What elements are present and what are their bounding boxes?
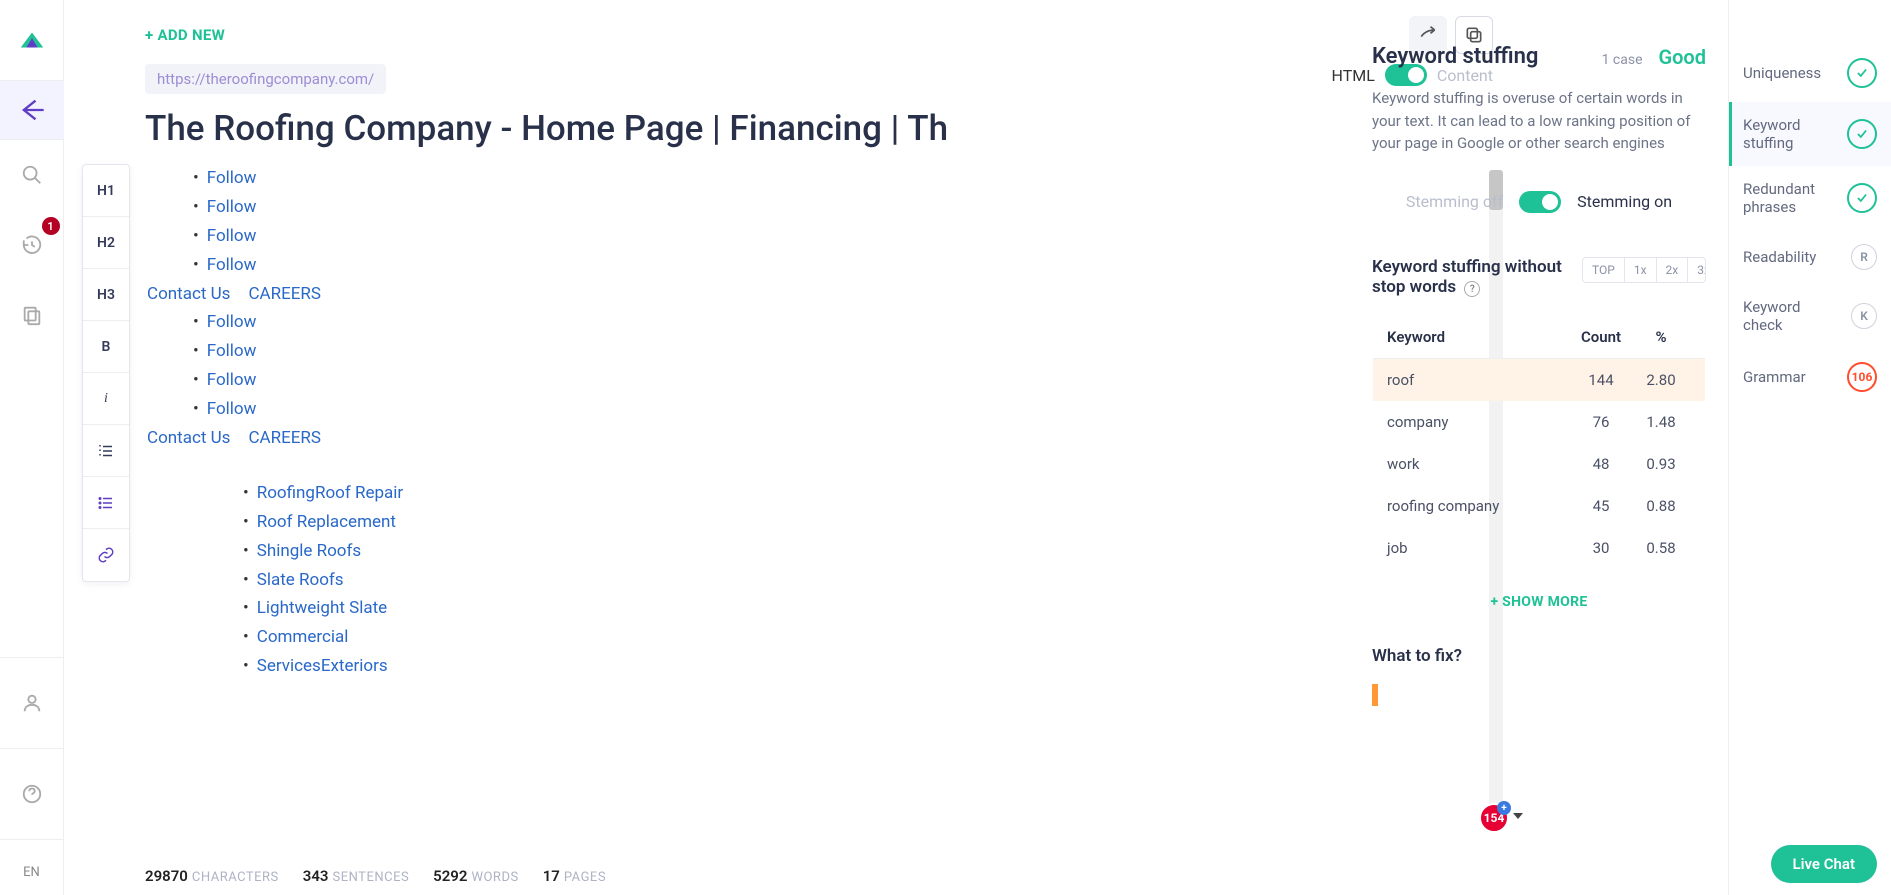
- show-more-button[interactable]: + SHOW MORE: [1372, 594, 1706, 610]
- content-link[interactable]: ServicesExteriors: [257, 656, 388, 676]
- bold-button[interactable]: B: [83, 321, 129, 373]
- keyword-table: Keyword Count % roof1442.80company761.48…: [1372, 315, 1706, 570]
- language-selector[interactable]: EN: [23, 865, 40, 880]
- unordered-list-button[interactable]: [83, 477, 129, 529]
- content-link[interactable]: Shingle Roofs: [257, 541, 361, 561]
- left-sidebar: 1 EN: [0, 0, 64, 895]
- sentences-count: 343: [303, 867, 329, 885]
- content-link[interactable]: Slate Roofs: [257, 570, 344, 590]
- check-icon: [1847, 58, 1877, 88]
- stats-bar: 29870CHARACTERS 343SENTENCES 5292WORDS 1…: [145, 857, 1513, 885]
- table-row[interactable]: job300.58: [1373, 527, 1705, 569]
- tab-3x[interactable]: 3x: [1688, 258, 1706, 282]
- check-icon: [1847, 119, 1877, 149]
- main-editor: + ADD NEW https://theroofingcompany.com/…: [145, 0, 1513, 895]
- content-scroll[interactable]: •Follow •Follow •Follow •Follow Contact …: [145, 164, 1493, 837]
- stemming-on-label: Stemming on: [1577, 192, 1672, 211]
- copy-icon[interactable]: [12, 295, 52, 335]
- content-link[interactable]: Follow: [207, 370, 257, 390]
- h2-button[interactable]: H2: [83, 217, 129, 269]
- editor-toolbar: H1 H2 H3 B i: [82, 164, 130, 582]
- help-icon[interactable]: [12, 774, 52, 814]
- check-item-uniqueness[interactable]: Uniqueness: [1729, 44, 1891, 102]
- topbar: + ADD NEW: [145, 0, 1513, 60]
- table-header: Keyword Count %: [1373, 316, 1705, 359]
- content-link[interactable]: Roof Replacement: [257, 512, 396, 532]
- check-item-keyword-stuffing[interactable]: Keyword stuffing: [1729, 102, 1891, 166]
- status-letter: K: [1851, 303, 1877, 329]
- analysis-panel: Keyword stuffing 1 case Good Keyword stu…: [1350, 0, 1728, 895]
- add-new-button[interactable]: + ADD NEW: [145, 26, 225, 44]
- live-chat-button[interactable]: Live Chat: [1771, 845, 1878, 883]
- content-link[interactable]: Follow: [207, 168, 257, 188]
- h1-button[interactable]: H1: [83, 165, 129, 217]
- stemming-toggle[interactable]: [1519, 191, 1561, 213]
- characters-count: 29870: [145, 867, 188, 885]
- italic-button[interactable]: i: [83, 373, 129, 425]
- tab-top[interactable]: TOP: [1583, 258, 1625, 282]
- stemming-off-label: Stemming off: [1406, 192, 1503, 211]
- analysis-title: Keyword stuffing: [1372, 44, 1538, 69]
- content-link[interactable]: Lightweight Slate: [257, 598, 387, 618]
- status-letter: R: [1851, 244, 1877, 270]
- content-link[interactable]: Follow: [207, 255, 257, 275]
- ordered-list-button[interactable]: [83, 425, 129, 477]
- table-row[interactable]: company761.48: [1373, 401, 1705, 443]
- checks-sidebar: UniquenessKeyword stuffingRedundant phra…: [1728, 0, 1891, 895]
- content-link[interactable]: Commercial: [257, 627, 349, 647]
- content-link[interactable]: Contact Us: [147, 428, 230, 448]
- content-link[interactable]: Follow: [207, 197, 257, 217]
- case-count: 1 case: [1602, 52, 1643, 68]
- help-icon[interactable]: ?: [1464, 281, 1480, 297]
- table-row[interactable]: roofing company450.88: [1373, 485, 1705, 527]
- tab-1x[interactable]: 1x: [1625, 258, 1657, 282]
- content-body[interactable]: •Follow •Follow •Follow •Follow Contact …: [145, 164, 1485, 681]
- content-link[interactable]: Contact Us: [147, 284, 230, 304]
- check-item-readability[interactable]: ReadabilityR: [1729, 230, 1891, 284]
- content-link[interactable]: Follow: [207, 312, 257, 332]
- content-link[interactable]: Follow: [207, 341, 257, 361]
- h3-button[interactable]: H3: [83, 269, 129, 321]
- url-display[interactable]: https://theroofingcompany.com/: [145, 64, 386, 94]
- table-row[interactable]: roof1442.80: [1373, 359, 1705, 401]
- keyword-table-title: Keyword stuffing without stop words ?: [1372, 257, 1582, 298]
- page-title: The Roofing Company - Home Page | Financ…: [145, 108, 1513, 149]
- what-to-fix-title: What to fix?: [1372, 646, 1706, 666]
- search-icon[interactable]: [12, 155, 52, 195]
- content-link[interactable]: CAREERS: [248, 428, 321, 448]
- check-item-keyword-check[interactable]: Keyword checkK: [1729, 284, 1891, 348]
- link-button[interactable]: [83, 529, 129, 581]
- logo[interactable]: [12, 20, 52, 60]
- user-icon[interactable]: [12, 683, 52, 723]
- error-count-badge: 106: [1847, 362, 1877, 392]
- analysis-description: Keyword stuffing is overuse of certain w…: [1372, 87, 1706, 155]
- content-link[interactable]: Follow: [207, 226, 257, 246]
- words-count: 5292: [433, 867, 467, 885]
- status-badge: Good: [1658, 45, 1706, 69]
- content-link[interactable]: RoofingRoof Repair: [257, 483, 403, 503]
- table-row[interactable]: work480.93: [1373, 443, 1705, 485]
- density-tabs: TOP 1x 2x 3x: [1582, 257, 1706, 283]
- check-item-grammar[interactable]: Grammar106: [1729, 348, 1891, 406]
- check-item-redundant-phrases[interactable]: Redundant phrases: [1729, 166, 1891, 230]
- tab-2x[interactable]: 2x: [1657, 258, 1689, 282]
- content-link[interactable]: CAREERS: [248, 284, 321, 304]
- back-button[interactable]: [0, 80, 64, 140]
- content-link[interactable]: Follow: [207, 399, 257, 419]
- history-badge: 1: [42, 217, 60, 235]
- check-icon: [1847, 183, 1877, 213]
- pages-count: 17: [543, 867, 560, 885]
- fix-indicator: [1372, 684, 1378, 706]
- history-icon[interactable]: 1: [12, 225, 52, 265]
